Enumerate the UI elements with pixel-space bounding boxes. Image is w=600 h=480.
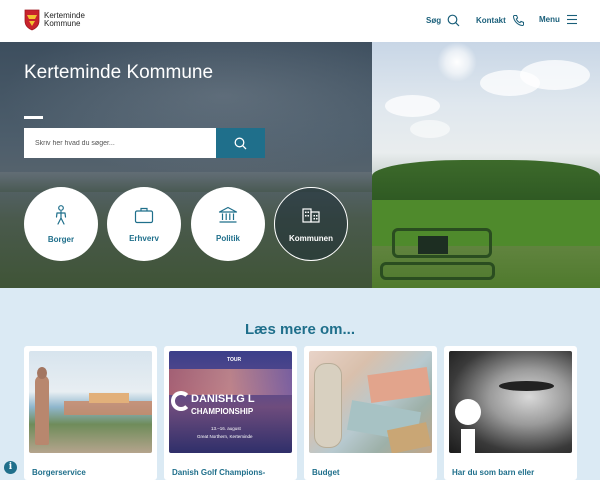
category-label: Erhverv bbox=[129, 233, 159, 243]
banknotes-photo bbox=[309, 351, 432, 453]
card-golf-championship[interactable]: TOUR DANISH.G L CHAMPIONSHIP 13.–16. aug… bbox=[164, 346, 297, 480]
nav-search[interactable]: Søg bbox=[426, 14, 460, 27]
category-erhverv[interactable]: Erhverv bbox=[107, 187, 181, 261]
category-borger[interactable]: Borger bbox=[24, 187, 98, 261]
child-face-photo bbox=[449, 351, 572, 453]
card-title[interactable]: Har du som barn eller bbox=[452, 468, 534, 477]
site-header: Kerteminde Kommune Søg Kontakt Menu bbox=[0, 0, 600, 42]
coat-of-arms-icon bbox=[24, 9, 40, 31]
hamburger-icon bbox=[566, 14, 577, 25]
category-kommunen[interactable]: Kommunen bbox=[274, 187, 348, 261]
card-borgerservice[interactable] bbox=[24, 346, 157, 480]
info-icon[interactable]: i bbox=[4, 461, 17, 474]
card-budget[interactable] bbox=[304, 346, 437, 480]
nav-search-label: Søg bbox=[426, 16, 442, 25]
category-label: Kommunen bbox=[289, 233, 333, 243]
person-icon bbox=[55, 204, 67, 225]
nav-contact[interactable]: Kontakt bbox=[476, 14, 525, 27]
card-child-help[interactable] bbox=[444, 346, 577, 480]
search-icon bbox=[447, 14, 460, 27]
category-label: Politik bbox=[215, 233, 240, 243]
logo-line-2: Kommune bbox=[44, 19, 81, 28]
phone-icon bbox=[512, 15, 524, 27]
poster-name-top: DANISH.G L bbox=[191, 393, 255, 405]
office-building-icon bbox=[302, 207, 320, 223]
nav-contact-label: Kontakt bbox=[476, 16, 506, 25]
golf-championship-poster: TOUR DANISH.G L CHAMPIONSHIP 13.–16. aug… bbox=[169, 351, 292, 453]
poster-name-bottom: CHAMPIONSHIP bbox=[191, 407, 254, 416]
card-title[interactable]: Budget bbox=[312, 468, 340, 477]
tree-line bbox=[372, 160, 600, 200]
category-label: Borger bbox=[47, 234, 75, 244]
card-title[interactable]: Danish Golf Champions- bbox=[172, 468, 265, 477]
harbour-statue-photo bbox=[29, 351, 152, 453]
page-title: Kerteminde Kommune bbox=[24, 62, 214, 83]
title-underline bbox=[24, 116, 43, 119]
sun-glare bbox=[437, 42, 477, 82]
poster-venue: Great Northern, Kerteminde bbox=[197, 434, 253, 439]
site-logo[interactable]: Kerteminde Kommune bbox=[24, 9, 85, 31]
nav-menu[interactable]: Menu bbox=[539, 14, 578, 25]
briefcase-icon bbox=[134, 207, 154, 223]
card-title[interactable]: Borgerservice bbox=[32, 468, 86, 477]
search-icon bbox=[234, 137, 247, 149]
search-input[interactable] bbox=[24, 128, 216, 158]
category-politik[interactable]: Politik bbox=[191, 187, 265, 261]
park-pavilion bbox=[418, 236, 448, 254]
nav-menu-label: Menu bbox=[539, 15, 560, 24]
government-building-icon bbox=[218, 206, 238, 223]
search-button[interactable] bbox=[216, 128, 265, 158]
section-title: Læs mere om... bbox=[244, 321, 356, 338]
poster-tour-label: TOUR bbox=[227, 357, 242, 363]
poster-dates: 13.–16. august bbox=[211, 426, 241, 431]
